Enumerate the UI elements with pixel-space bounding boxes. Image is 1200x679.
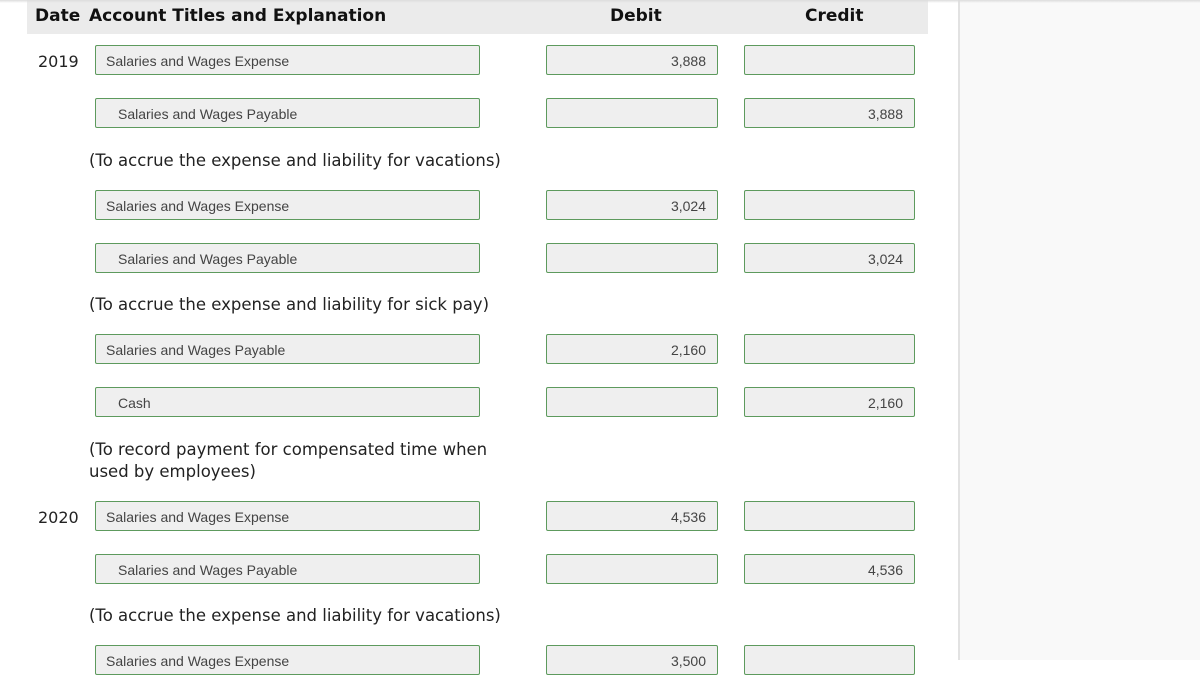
credit-field[interactable] [744,645,915,675]
credit-field[interactable]: 3,888 [744,98,915,128]
credit-field[interactable] [744,45,915,75]
account-field[interactable]: Salaries and Wages Expense [95,501,480,531]
entry-explanation: (To accrue the expense and liability for… [89,151,501,170]
journal-row: Salaries and Wages Payable 2,160 [0,334,958,368]
debit-field[interactable] [546,98,718,128]
header-account: Account Titles and Explanation [89,6,387,26]
journal-row: 2019 Salaries and Wages Expense 3,888 [0,45,958,79]
entry-explanation: (To record payment for compensated time … [89,440,488,481]
journal-row: Salaries and Wages Payable 4,536 [0,554,958,588]
debit-field[interactable]: 2,160 [546,334,718,364]
entry-date: 2019 [38,52,79,71]
journal-row: Salaries and Wages Expense 3,500 [0,645,958,679]
header-date: Date [35,6,81,26]
account-field[interactable]: Salaries and Wages Expense [95,190,480,220]
journal-row: Salaries and Wages Payable 3,888 [0,98,958,132]
journal-row: Salaries and Wages Expense 3,024 [0,190,958,224]
debit-field[interactable]: 3,500 [546,645,718,675]
credit-field[interactable]: 3,024 [744,243,915,273]
journal-entry-panel: Date Account Titles and Explanation Debi… [0,0,958,675]
journal-row: 2020 Salaries and Wages Expense 4,536 [0,501,958,535]
side-panel [958,0,1200,660]
table-header: Date Account Titles and Explanation Debi… [27,0,928,34]
debit-field[interactable] [546,387,718,417]
account-field[interactable]: Salaries and Wages Expense [95,645,480,675]
credit-field[interactable]: 2,160 [744,387,915,417]
header-credit: Credit [805,6,864,26]
credit-field[interactable] [744,190,915,220]
account-field[interactable]: Salaries and Wages Payable [95,554,480,584]
account-field[interactable]: Salaries and Wages Payable [95,243,480,273]
journal-row: Cash 2,160 [0,387,958,421]
top-shadow [0,0,1200,3]
entry-explanation: (To accrue the expense and liability for… [89,606,501,625]
debit-field[interactable] [546,243,718,273]
debit-field[interactable]: 3,024 [546,190,718,220]
account-field[interactable]: Salaries and Wages Payable [95,98,480,128]
account-field[interactable]: Cash [95,387,480,417]
credit-field[interactable] [744,501,915,531]
credit-field[interactable]: 4,536 [744,554,915,584]
debit-field[interactable] [546,554,718,584]
debit-field[interactable]: 3,888 [546,45,718,75]
credit-field[interactable] [744,334,915,364]
debit-field[interactable]: 4,536 [546,501,718,531]
journal-row: Salaries and Wages Payable 3,024 [0,243,958,277]
header-debit: Debit [610,6,662,26]
entry-explanation: (To accrue the expense and liability for… [89,295,490,314]
account-field[interactable]: Salaries and Wages Payable [95,334,480,364]
entry-date: 2020 [38,508,79,527]
account-field[interactable]: Salaries and Wages Expense [95,45,480,75]
